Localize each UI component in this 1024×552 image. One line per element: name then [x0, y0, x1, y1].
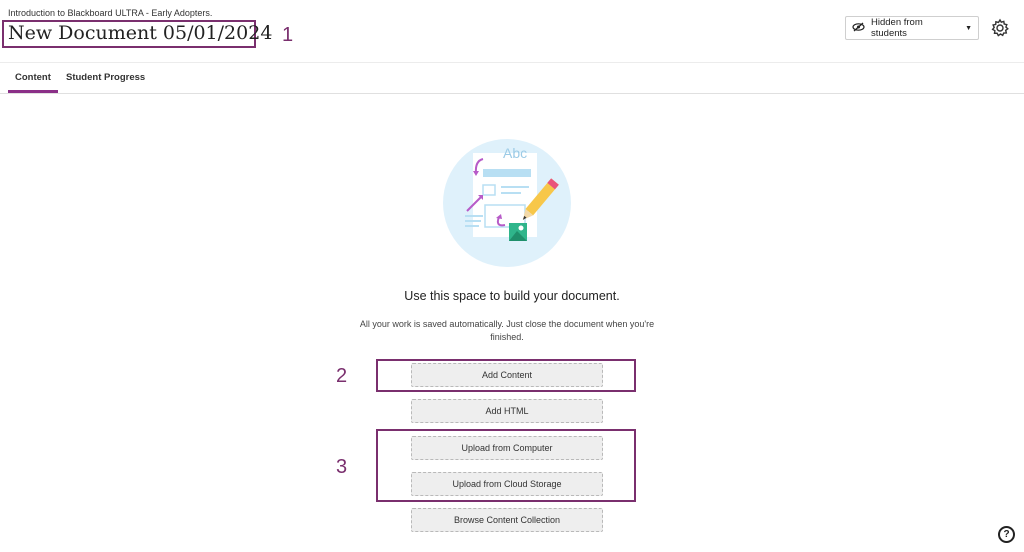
visibility-label: Hidden from students — [871, 17, 923, 39]
add-content-button[interactable]: Add Content — [411, 363, 603, 387]
add-html-button[interactable]: Add HTML — [411, 399, 603, 423]
tabs-divider — [0, 93, 1024, 94]
eye-slash-icon — [852, 22, 865, 35]
upload-from-cloud-storage-button[interactable]: Upload from Cloud Storage — [411, 472, 603, 496]
help-icon[interactable]: ? — [998, 526, 1015, 543]
empty-state-subtext: All your work is saved automatically. Ju… — [359, 319, 655, 342]
callout-3: 3 — [336, 456, 348, 478]
visibility-dropdown[interactable]: Hidden from students ▼ — [845, 16, 979, 40]
tab-content[interactable]: Content — [15, 72, 51, 83]
callout-1: 1 — [282, 24, 294, 46]
header-divider — [0, 62, 1024, 63]
page-title[interactable]: New Document 05/01/2024 — [8, 22, 272, 44]
illustration-abc-text: Abc — [503, 145, 527, 161]
breadcrumb[interactable]: Introduction to Blackboard ULTRA - Early… — [8, 8, 212, 18]
callout-2: 2 — [336, 365, 348, 387]
settings-gear-icon[interactable] — [990, 18, 1010, 38]
empty-state-heading: Use this space to build your document. — [404, 289, 620, 303]
browse-content-collection-button[interactable]: Browse Content Collection — [411, 508, 603, 532]
upload-from-computer-button[interactable]: Upload from Computer — [411, 436, 603, 460]
caret-down-icon: ▼ — [965, 24, 972, 32]
tab-student-progress[interactable]: Student Progress — [66, 72, 145, 83]
document-illustration: Abc — [443, 139, 571, 267]
